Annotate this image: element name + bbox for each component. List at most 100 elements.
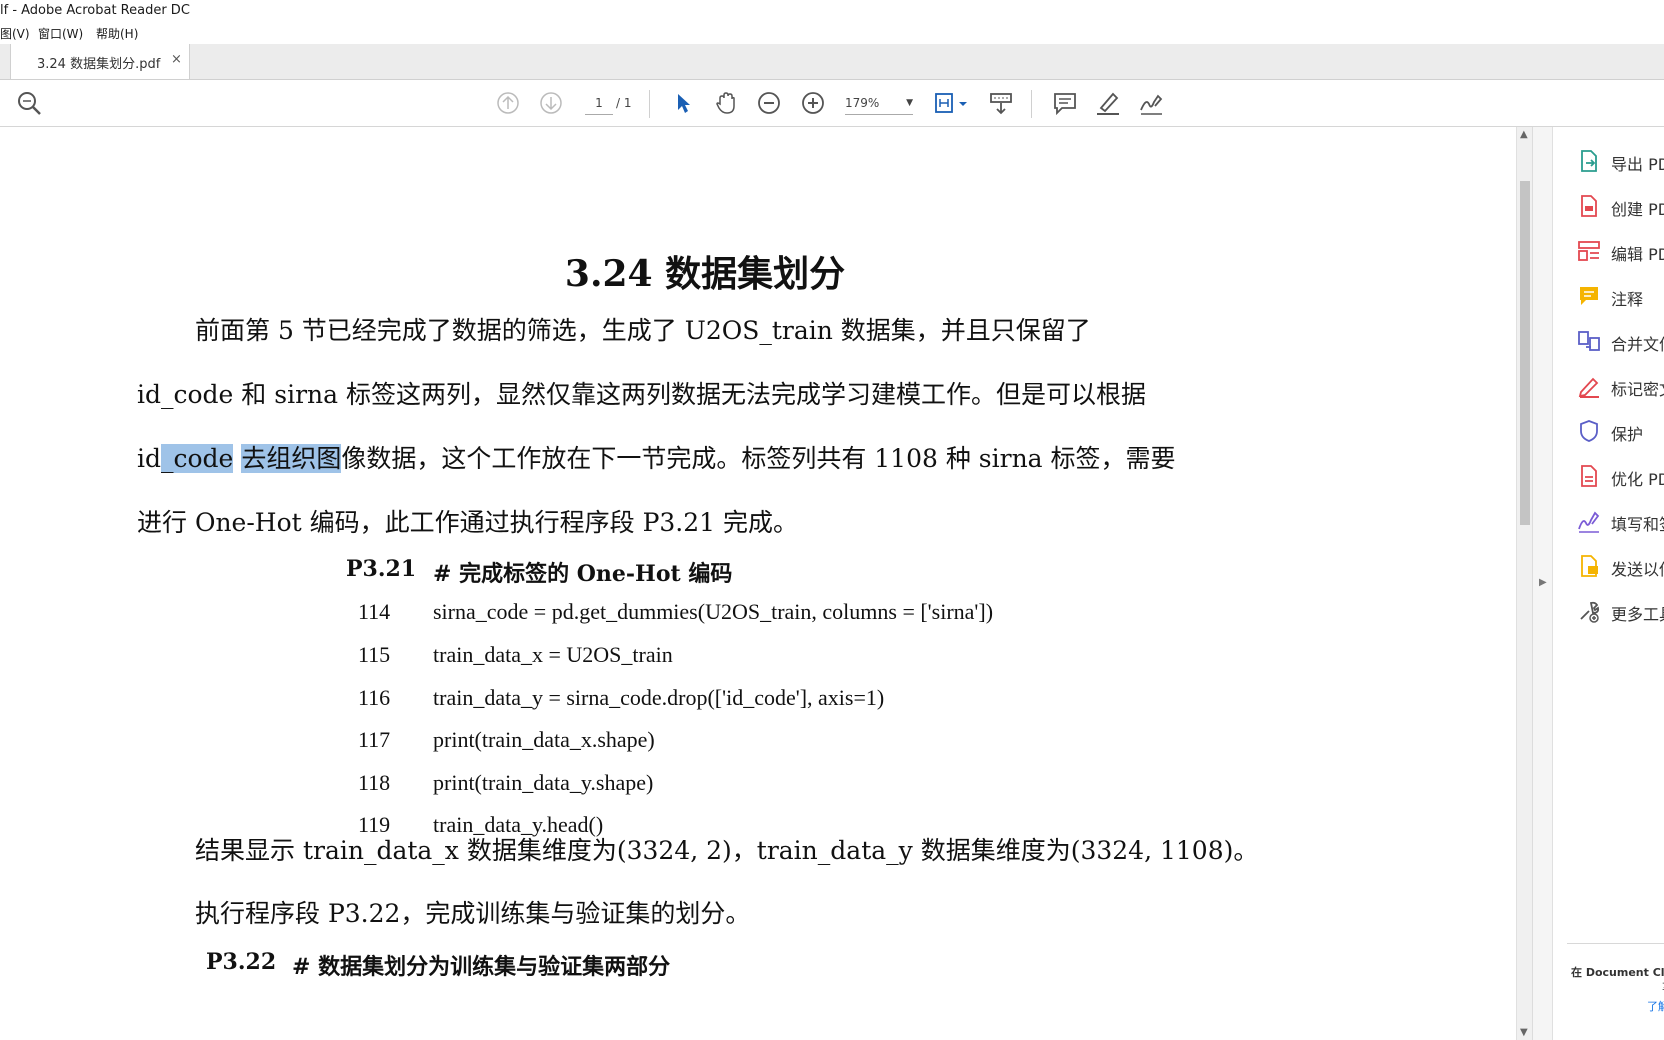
chevron-right-icon[interactable]: ▶ bbox=[1539, 577, 1547, 588]
tool-label: 编辑 PDF bbox=[1611, 245, 1664, 264]
tool-label: 更多工具 bbox=[1611, 605, 1664, 624]
zoom-in-icon[interactable] bbox=[800, 90, 826, 116]
code-line: print(train_data_x.shape) bbox=[433, 727, 655, 752]
toolbar-divider bbox=[649, 90, 650, 118]
combine-files-icon bbox=[1578, 331, 1600, 351]
tool-label: 合并文件 bbox=[1611, 335, 1664, 354]
tool-send-for-comments[interactable]: 发送以供评论 bbox=[1577, 552, 1664, 582]
paragraph-line: 进行 One-Hot 编码，此工作通过执行程序段 P3.21 完成。 bbox=[137, 508, 799, 537]
page-number-input[interactable]: 1 bbox=[585, 92, 613, 115]
tool-label: 标记密文 bbox=[1611, 380, 1664, 399]
tool-label: 导出 PDF bbox=[1611, 155, 1664, 174]
tool-create-pdf[interactable]: 创建 PDF bbox=[1577, 192, 1664, 222]
search-zoom-icon[interactable] bbox=[16, 90, 42, 116]
code-listing-title: # 数据集划分为训练集与验证集两部分 bbox=[292, 954, 671, 980]
menu-help[interactable]: 帮助(H) bbox=[96, 25, 138, 42]
tool-more-tools[interactable]: 更多工具 bbox=[1577, 597, 1664, 627]
select-arrow-icon[interactable] bbox=[670, 90, 696, 116]
tool-label: 填写和签名 bbox=[1611, 515, 1664, 534]
sign-icon[interactable] bbox=[1138, 90, 1164, 116]
code-line-number: 116 bbox=[358, 685, 391, 710]
paragraph-line: id_code 去组织图像数据，这个工作放在下一节完成。标签列共有 1108 种… bbox=[137, 439, 1176, 475]
tool-fill-sign[interactable]: 填写和签名 bbox=[1577, 507, 1664, 537]
tool-label: 发送以供评论 bbox=[1611, 560, 1664, 579]
tool-comment[interactable]: 注释 bbox=[1577, 282, 1664, 312]
send-for-comments-icon bbox=[1581, 555, 1598, 577]
edit-pdf-icon bbox=[1578, 241, 1600, 261]
code-listing-label: P3.21 bbox=[346, 556, 417, 582]
paragraph-line: id_code 和 sirna 标签这两列，显然仅靠这两列数据无法完成学习建模工… bbox=[137, 380, 1146, 409]
optimize-pdf-icon bbox=[1581, 465, 1597, 487]
tool-label: 保护 bbox=[1611, 425, 1644, 444]
right-pane-toggle[interactable]: ▶ bbox=[1532, 127, 1553, 1040]
tool-redact[interactable]: 标记密文 bbox=[1577, 372, 1664, 402]
create-pdf-icon bbox=[1581, 195, 1597, 217]
scrollbar-thumb[interactable] bbox=[1520, 181, 1530, 525]
code-line: train_data_y = sirna_code.drop(['id_code… bbox=[433, 685, 885, 710]
scroll-mode-icon[interactable] bbox=[988, 90, 1014, 116]
code-line-number: 118 bbox=[358, 770, 391, 795]
code-line: sirna_code = pd.get_dummies(U2OS_train, … bbox=[433, 599, 994, 624]
tool-label: 创建 PDF bbox=[1611, 200, 1664, 219]
comment-tool-icon bbox=[1580, 287, 1598, 305]
tool-edit-pdf[interactable]: 编辑 PDF bbox=[1577, 237, 1664, 267]
export-pdf-icon bbox=[1581, 150, 1597, 172]
paragraph-line: 结果显示 train_data_x 数据集维度为(3324, 2)，train_… bbox=[195, 836, 1259, 865]
zoom-value: 179% bbox=[845, 96, 880, 110]
fill-sign-icon bbox=[1578, 511, 1600, 533]
tool-optimize-pdf[interactable]: 优化 PDF bbox=[1577, 462, 1664, 492]
comment-icon[interactable] bbox=[1052, 90, 1078, 116]
tool-protect[interactable]: 保护 bbox=[1577, 417, 1664, 447]
page-up-icon[interactable] bbox=[495, 90, 521, 116]
shield-icon bbox=[1580, 420, 1598, 442]
tool-label: 优化 PDF bbox=[1611, 470, 1664, 489]
wrench-plus-icon bbox=[1580, 601, 1600, 623]
document-viewport[interactable]: 3.24 数据集划分 前面第 5 节已经完成了数据的筛选，生成了 U2OS_tr… bbox=[0, 127, 1516, 1040]
redact-pen-icon bbox=[1578, 377, 1599, 398]
tool-label: 注释 bbox=[1611, 290, 1644, 309]
document-cloud-promo: 在 Document Cloud 中 享 了解更多 bbox=[1567, 943, 1664, 1013]
code-line-number: 114 bbox=[358, 599, 391, 624]
menu-view[interactable]: 图(V) bbox=[0, 25, 30, 42]
toolbar: 1 / 1 179% ▼ bbox=[0, 80, 1664, 127]
code-line-number: 117 bbox=[358, 727, 391, 752]
tab-strip: 3.24 数据集划分.pdf × bbox=[0, 44, 1664, 80]
zoom-out-icon[interactable] bbox=[756, 90, 782, 116]
menu-window[interactable]: 窗口(W) bbox=[38, 25, 83, 42]
selected-text[interactable]: _code bbox=[161, 444, 234, 473]
tool-combine-files[interactable]: 合并文件 bbox=[1577, 327, 1664, 357]
page-title: 3.24 数据集划分 bbox=[564, 253, 846, 295]
paragraph-line: 前面第 5 节已经完成了数据的筛选，生成了 U2OS_train 数据集，并且只… bbox=[195, 316, 1091, 345]
chevron-down-icon: ▼ bbox=[906, 98, 913, 108]
menu-bar: 图(V) 窗口(W) 帮助(H) bbox=[0, 22, 1664, 45]
code-line: train_data_x = U2OS_train bbox=[433, 642, 673, 667]
window-title: lf - Adobe Acrobat Reader DC bbox=[0, 3, 190, 18]
tab-label: 3.24 数据集划分.pdf bbox=[37, 57, 161, 72]
selected-text[interactable]: 去组织图 bbox=[241, 444, 342, 473]
paragraph-line: 执行程序段 P3.22，完成训练集与验证集的划分。 bbox=[195, 899, 751, 928]
toolbar-divider bbox=[1031, 90, 1032, 118]
code-listing-label: P3.22 bbox=[206, 949, 277, 975]
highlight-pen-icon[interactable] bbox=[1095, 90, 1121, 116]
fit-page-icon[interactable] bbox=[933, 90, 969, 116]
text-run: 像数据，这个工作放在下一节完成。标签列共有 1108 种 sirna 标签，需要 bbox=[341, 444, 1176, 473]
tools-pane: 导出 PDF 创建 PDF 编辑 PDF 注释 合并文件 标记密文 保护 优化 … bbox=[1552, 127, 1664, 1040]
code-listing-title: # 完成标签的 One-Hot 编码 bbox=[433, 561, 733, 587]
promo-text: 在 Document Cloud 中 bbox=[1571, 966, 1664, 979]
pdf-page: 3.24 数据集划分 前面第 5 节已经完成了数据的筛选，生成了 U2OS_tr… bbox=[0, 127, 1510, 1040]
code-line: print(train_data_y.shape) bbox=[433, 770, 654, 795]
zoom-select[interactable]: 179% ▼ bbox=[845, 92, 913, 115]
vertical-scrollbar[interactable]: ▲ ▼ bbox=[1516, 127, 1533, 1040]
learn-more-link[interactable]: 了解更多 bbox=[1647, 998, 1664, 1014]
code-line-number: 115 bbox=[358, 642, 391, 667]
close-icon[interactable]: × bbox=[171, 52, 182, 67]
tab-document[interactable]: 3.24 数据集划分.pdf × bbox=[10, 44, 190, 79]
hand-icon[interactable] bbox=[713, 90, 739, 116]
tool-export-pdf[interactable]: 导出 PDF bbox=[1577, 147, 1664, 177]
scroll-up-icon[interactable]: ▲ bbox=[1520, 129, 1528, 140]
page-total: / 1 bbox=[616, 96, 632, 110]
scroll-down-icon[interactable]: ▼ bbox=[1520, 1027, 1528, 1038]
title-bar: lf - Adobe Acrobat Reader DC bbox=[0, 0, 1664, 22]
page-down-icon[interactable] bbox=[538, 90, 564, 116]
text-run: id bbox=[137, 444, 161, 473]
